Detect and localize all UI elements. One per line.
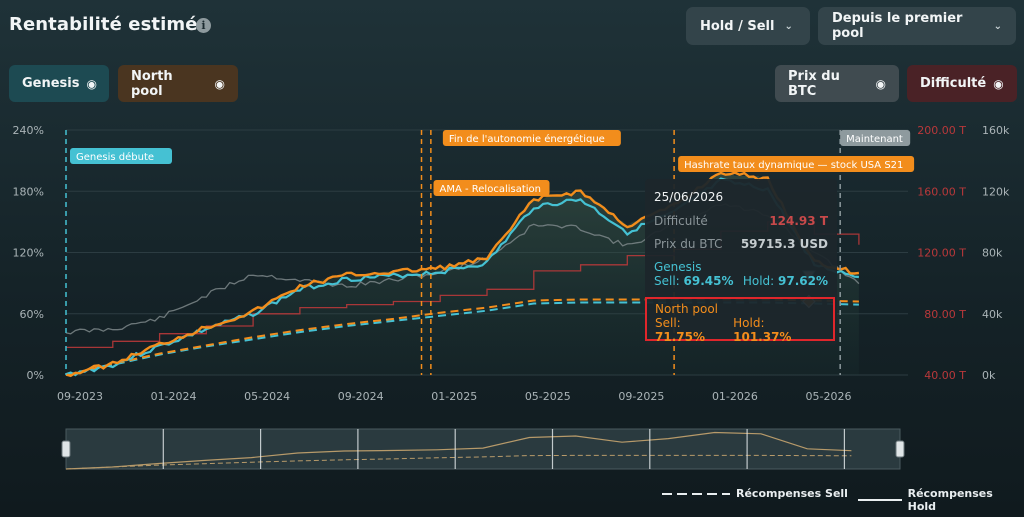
toggle-btc-price[interactable]: Prix du BTC ◉ <box>775 65 899 102</box>
eye-icon: ◉ <box>875 76 886 91</box>
chevron-down-icon: ⌄ <box>993 20 1002 32</box>
range-navigator[interactable] <box>0 425 1024 475</box>
eye-icon: ◉ <box>86 76 97 91</box>
mode-dropdown-label: Hold / Sell <box>700 18 775 34</box>
x-tick-label: 01-2026 <box>712 390 758 403</box>
tooltip-btc-value: 59715.3 USD <box>740 237 828 251</box>
navigator-track <box>65 428 901 470</box>
x-tick-label: 09-2024 <box>338 390 384 403</box>
solid-line-icon <box>858 499 902 501</box>
legend-sell-label: Récompenses Sell <box>736 487 848 500</box>
tooltip-genesis-title: Genesis <box>654 260 702 274</box>
period-dropdown-label: Depuis le premier pool <box>832 11 963 41</box>
y-tick-label-btc: 40k <box>982 308 1003 321</box>
y-tick-label-difficulty: 200.00 T <box>917 124 966 137</box>
legend-sell: Récompenses Sell <box>662 487 848 500</box>
y-tick-label-left: 120% <box>13 247 44 260</box>
eye-icon: ◉ <box>214 76 225 91</box>
event-label: Maintenant <box>840 130 911 146</box>
x-tick-label: 05-2024 <box>244 390 290 403</box>
chevron-down-icon: ⌄ <box>784 20 793 32</box>
mode-dropdown[interactable]: Hold / Sell ⌄ <box>686 7 810 45</box>
toggle-difficulty-label: Difficulté <box>920 76 987 91</box>
toggle-difficulty[interactable]: Difficulté ◉ <box>907 65 1017 102</box>
event-label-text: Maintenant <box>846 134 903 145</box>
tooltip-north-pool-box: North pool Sell: 71.75% Hold: 101.37% <box>645 297 835 344</box>
legend-hold: Récompenses Hold <box>858 487 1024 513</box>
event-label-text: Genesis débute <box>76 151 154 163</box>
y-tick-label-left: 60% <box>20 308 44 321</box>
y-tick-label-left: 240% <box>13 124 44 137</box>
event-label-text: Fin de l'autonomie énergétique <box>449 133 605 145</box>
y-tick-label-btc: 0k <box>982 369 996 382</box>
y-tick-label-left: 0% <box>27 369 44 382</box>
tooltip-genesis-row: Sell: 69.45% Hold: 97.62% <box>654 274 828 288</box>
toggle-genesis[interactable]: Genesis ◉ <box>9 65 109 102</box>
tooltip-difficulty-row: Difficulté 124.93 T <box>654 214 828 228</box>
toggle-north-pool-label: North pool <box>131 68 173 99</box>
y-tick-label-left: 180% <box>13 185 44 198</box>
legend-hold-label: Récompenses Hold <box>907 487 993 513</box>
event-label-text: Hashrate taux dynamique — stock USA S21 <box>684 160 903 171</box>
toggle-north-pool[interactable]: North pool ◉ <box>118 65 238 102</box>
event-label-text: AMA - Relocalisation <box>440 184 542 195</box>
event-label: Genesis débute <box>70 148 172 164</box>
y-tick-label-difficulty: 80.00 T <box>924 308 966 321</box>
x-tick-label: 09-2025 <box>618 390 664 403</box>
y-tick-label-btc: 80k <box>982 247 1003 260</box>
tooltip-north-pool-title: North pool <box>655 302 719 316</box>
y-tick-label-btc: 160k <box>982 124 1010 137</box>
info-icon[interactable]: i <box>196 18 211 33</box>
event-label: AMA - Relocalisation <box>433 180 550 196</box>
tooltip-genesis-sell: Sell: 69.45% <box>654 274 734 288</box>
navigator-handle-right[interactable] <box>895 440 905 458</box>
eye-icon: ◉ <box>993 76 1004 91</box>
y-tick-label-difficulty: 40.00 T <box>924 369 966 382</box>
x-tick-label: 01-2024 <box>151 390 197 403</box>
y-tick-label-difficulty: 160.00 T <box>917 185 966 198</box>
tooltip-btc-row: Prix du BTC 59715.3 USD <box>654 237 828 251</box>
period-dropdown[interactable]: Depuis le premier pool ⌄ <box>818 7 1016 45</box>
x-tick-label: 09-2023 <box>57 390 103 403</box>
tooltip-date: 25/06/2026 <box>654 190 724 204</box>
navigator-handle-left[interactable] <box>61 440 71 458</box>
x-tick-label: 05-2025 <box>525 390 571 403</box>
x-tick-label: 05-2026 <box>805 390 851 403</box>
x-tick-label: 01-2025 <box>431 390 477 403</box>
toggle-btc-price-label: Prix du BTC <box>788 68 840 99</box>
tooltip-genesis-hold: Hold: 97.62% <box>742 274 828 288</box>
tooltip-difficulty-value: 124.93 T <box>769 214 828 228</box>
tooltip-north-pool-row: Sell: 71.75% Hold: 101.37% <box>655 316 825 344</box>
main-chart[interactable]: 0% 60% 120% 180% 240% 40.00 T 80.00 T 120.00 T 1… <box>0 118 1024 418</box>
event-label: Fin de l'autonomie énergétique <box>442 130 621 146</box>
event-label: Hashrate taux dynamique — stock USA S21 <box>678 156 915 172</box>
toggle-genesis-label: Genesis <box>22 76 80 91</box>
y-tick-label-btc: 120k <box>982 185 1010 198</box>
tooltip-north-pool-sell: Sell: 71.75% <box>655 316 705 344</box>
tooltip-difficulty-label: Difficulté <box>654 214 708 228</box>
page-title: Rentabilité estimée <box>9 14 210 35</box>
tooltip-btc-label: Prix du BTC <box>654 237 723 251</box>
tooltip-north-pool-hold: Hold: 101.37% <box>733 316 792 344</box>
dashed-line-icon <box>662 492 730 495</box>
y-tick-label-difficulty: 120.00 T <box>917 247 966 260</box>
chart-tooltip: 25/06/2026 Difficulté 124.93 T Prix du B… <box>645 179 837 345</box>
